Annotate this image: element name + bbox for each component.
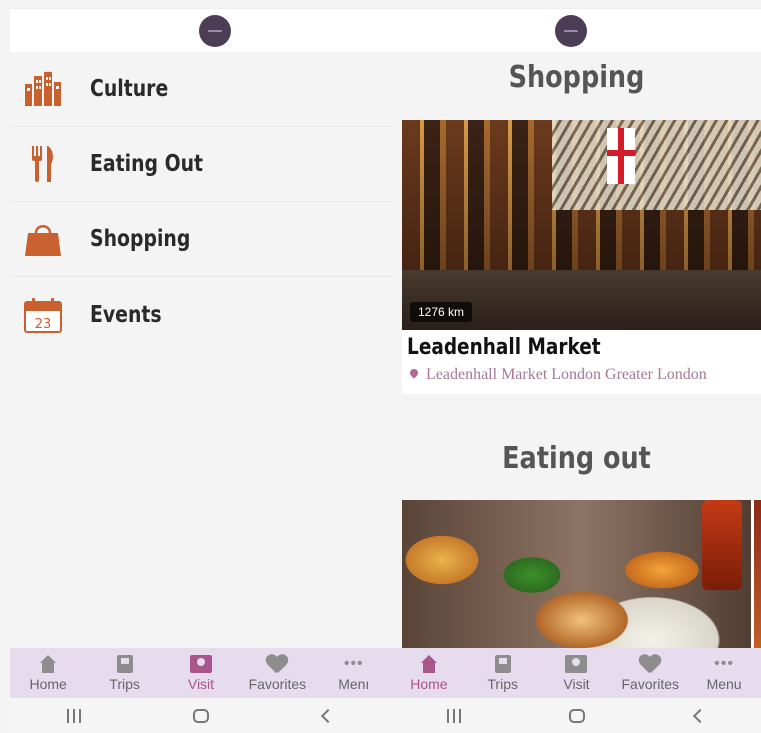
- location-text: Leadenhall Market London Greater London: [426, 366, 707, 383]
- calendar-day: 23: [35, 317, 52, 332]
- nav-label: Trips: [109, 676, 140, 692]
- food-image: [402, 500, 761, 648]
- nav-visit[interactable]: Visit: [166, 654, 236, 692]
- nav-label: Menı: [338, 676, 370, 692]
- category-events[interactable]: 23 Events: [10, 277, 392, 352]
- place-name: Leadenhall Market: [407, 335, 601, 360]
- category-label: Eating Out: [90, 151, 204, 177]
- back-arrow-icon: [321, 708, 336, 723]
- trips-icon: [494, 654, 511, 674]
- buildings-icon: [24, 70, 62, 108]
- heart-icon: [639, 654, 661, 674]
- system-home-button[interactable]: [557, 701, 597, 731]
- nav-trips[interactable]: Trips: [468, 654, 538, 692]
- top-bar: [10, 8, 392, 52]
- nav-label: Favorites: [248, 676, 307, 692]
- category-eating-out[interactable]: Eating Out: [10, 127, 392, 202]
- nav-menu[interactable]: ••• Menu: [689, 654, 759, 693]
- trips-icon: [116, 654, 133, 674]
- recents-button[interactable]: [434, 701, 474, 731]
- system-nav-bar: [392, 698, 761, 733]
- category-shopping[interactable]: Shopping: [10, 202, 392, 277]
- nav-menu[interactable]: ••• Menı: [319, 654, 389, 693]
- location-pin-icon: [408, 369, 420, 381]
- nav-trips[interactable]: Trips: [90, 654, 160, 692]
- right-screen: Shopping 1276 km Leadenhall Market Leade…: [392, 0, 761, 733]
- circle-home-icon: [192, 708, 209, 723]
- distance-badge: 1276 km: [410, 302, 473, 322]
- system-nav-bar: [10, 698, 392, 733]
- recents-icon: [66, 708, 81, 723]
- nav-label: Favorites: [621, 676, 680, 692]
- next-card-peek[interactable]: [754, 500, 761, 648]
- recents-button[interactable]: [54, 701, 94, 731]
- nav-favorites[interactable]: Favorites: [242, 654, 312, 692]
- bottom-nav: Home Trips Visit Favorites ••• Menı: [10, 648, 392, 698]
- nav-home[interactable]: Home: [394, 654, 464, 692]
- recents-icon: [446, 708, 461, 723]
- circle-home-icon: [568, 708, 585, 723]
- app-logo[interactable]: [199, 15, 231, 47]
- nav-label: Home: [410, 676, 448, 692]
- category-label: Events: [90, 301, 162, 328]
- dots-icon: •••: [343, 655, 364, 672]
- left-screen: Culture Eating Out Shopping 23 Events Ho…: [0, 0, 392, 733]
- back-arrow-icon: [692, 708, 707, 723]
- place-card[interactable]: 1276 km Leadenhall Market Leadenhall Mar…: [402, 120, 761, 394]
- nav-label: Home: [29, 676, 67, 692]
- category-label: Shopping: [90, 226, 191, 252]
- nav-favorites[interactable]: Favorites: [615, 654, 685, 692]
- shopping-bag-icon: [24, 220, 62, 258]
- nav-label: Trips: [487, 676, 518, 692]
- back-button[interactable]: [680, 701, 720, 731]
- back-button[interactable]: [308, 701, 348, 731]
- heart-icon: [266, 654, 288, 674]
- calendar-icon: 23: [24, 296, 62, 334]
- home-icon: [419, 654, 439, 674]
- category-culture[interactable]: Culture: [10, 52, 392, 127]
- category-label: Culture: [90, 76, 169, 102]
- section-title: Eating out: [502, 441, 651, 476]
- nav-label: Visit: [187, 676, 215, 692]
- nav-visit[interactable]: Visit: [541, 654, 611, 692]
- nav-label: Visit: [563, 676, 590, 692]
- dots-icon: •••: [714, 655, 734, 672]
- fork-knife-icon: [24, 145, 62, 183]
- system-home-button[interactable]: [181, 701, 221, 731]
- category-menu: Culture Eating Out Shopping 23 Events: [10, 52, 392, 352]
- place-location: Leadenhall Market London Greater London: [402, 360, 761, 394]
- place-image: 1276 km: [402, 120, 761, 330]
- section-title: Shopping: [508, 60, 645, 95]
- visit-map-icon: [189, 654, 212, 674]
- home-icon: [38, 654, 58, 674]
- food-card[interactable]: [402, 500, 761, 648]
- nav-label: Menu: [706, 676, 742, 692]
- top-bar: [392, 8, 761, 52]
- app-logo[interactable]: [555, 15, 587, 47]
- market-roof: [552, 120, 761, 210]
- nav-home[interactable]: Home: [13, 654, 83, 692]
- sauce-bottle: [702, 500, 742, 590]
- bottom-nav: Home Trips Visit Favorites ••• Menu: [392, 648, 761, 698]
- england-flag: [607, 128, 635, 184]
- visit-map-icon: [565, 654, 588, 674]
